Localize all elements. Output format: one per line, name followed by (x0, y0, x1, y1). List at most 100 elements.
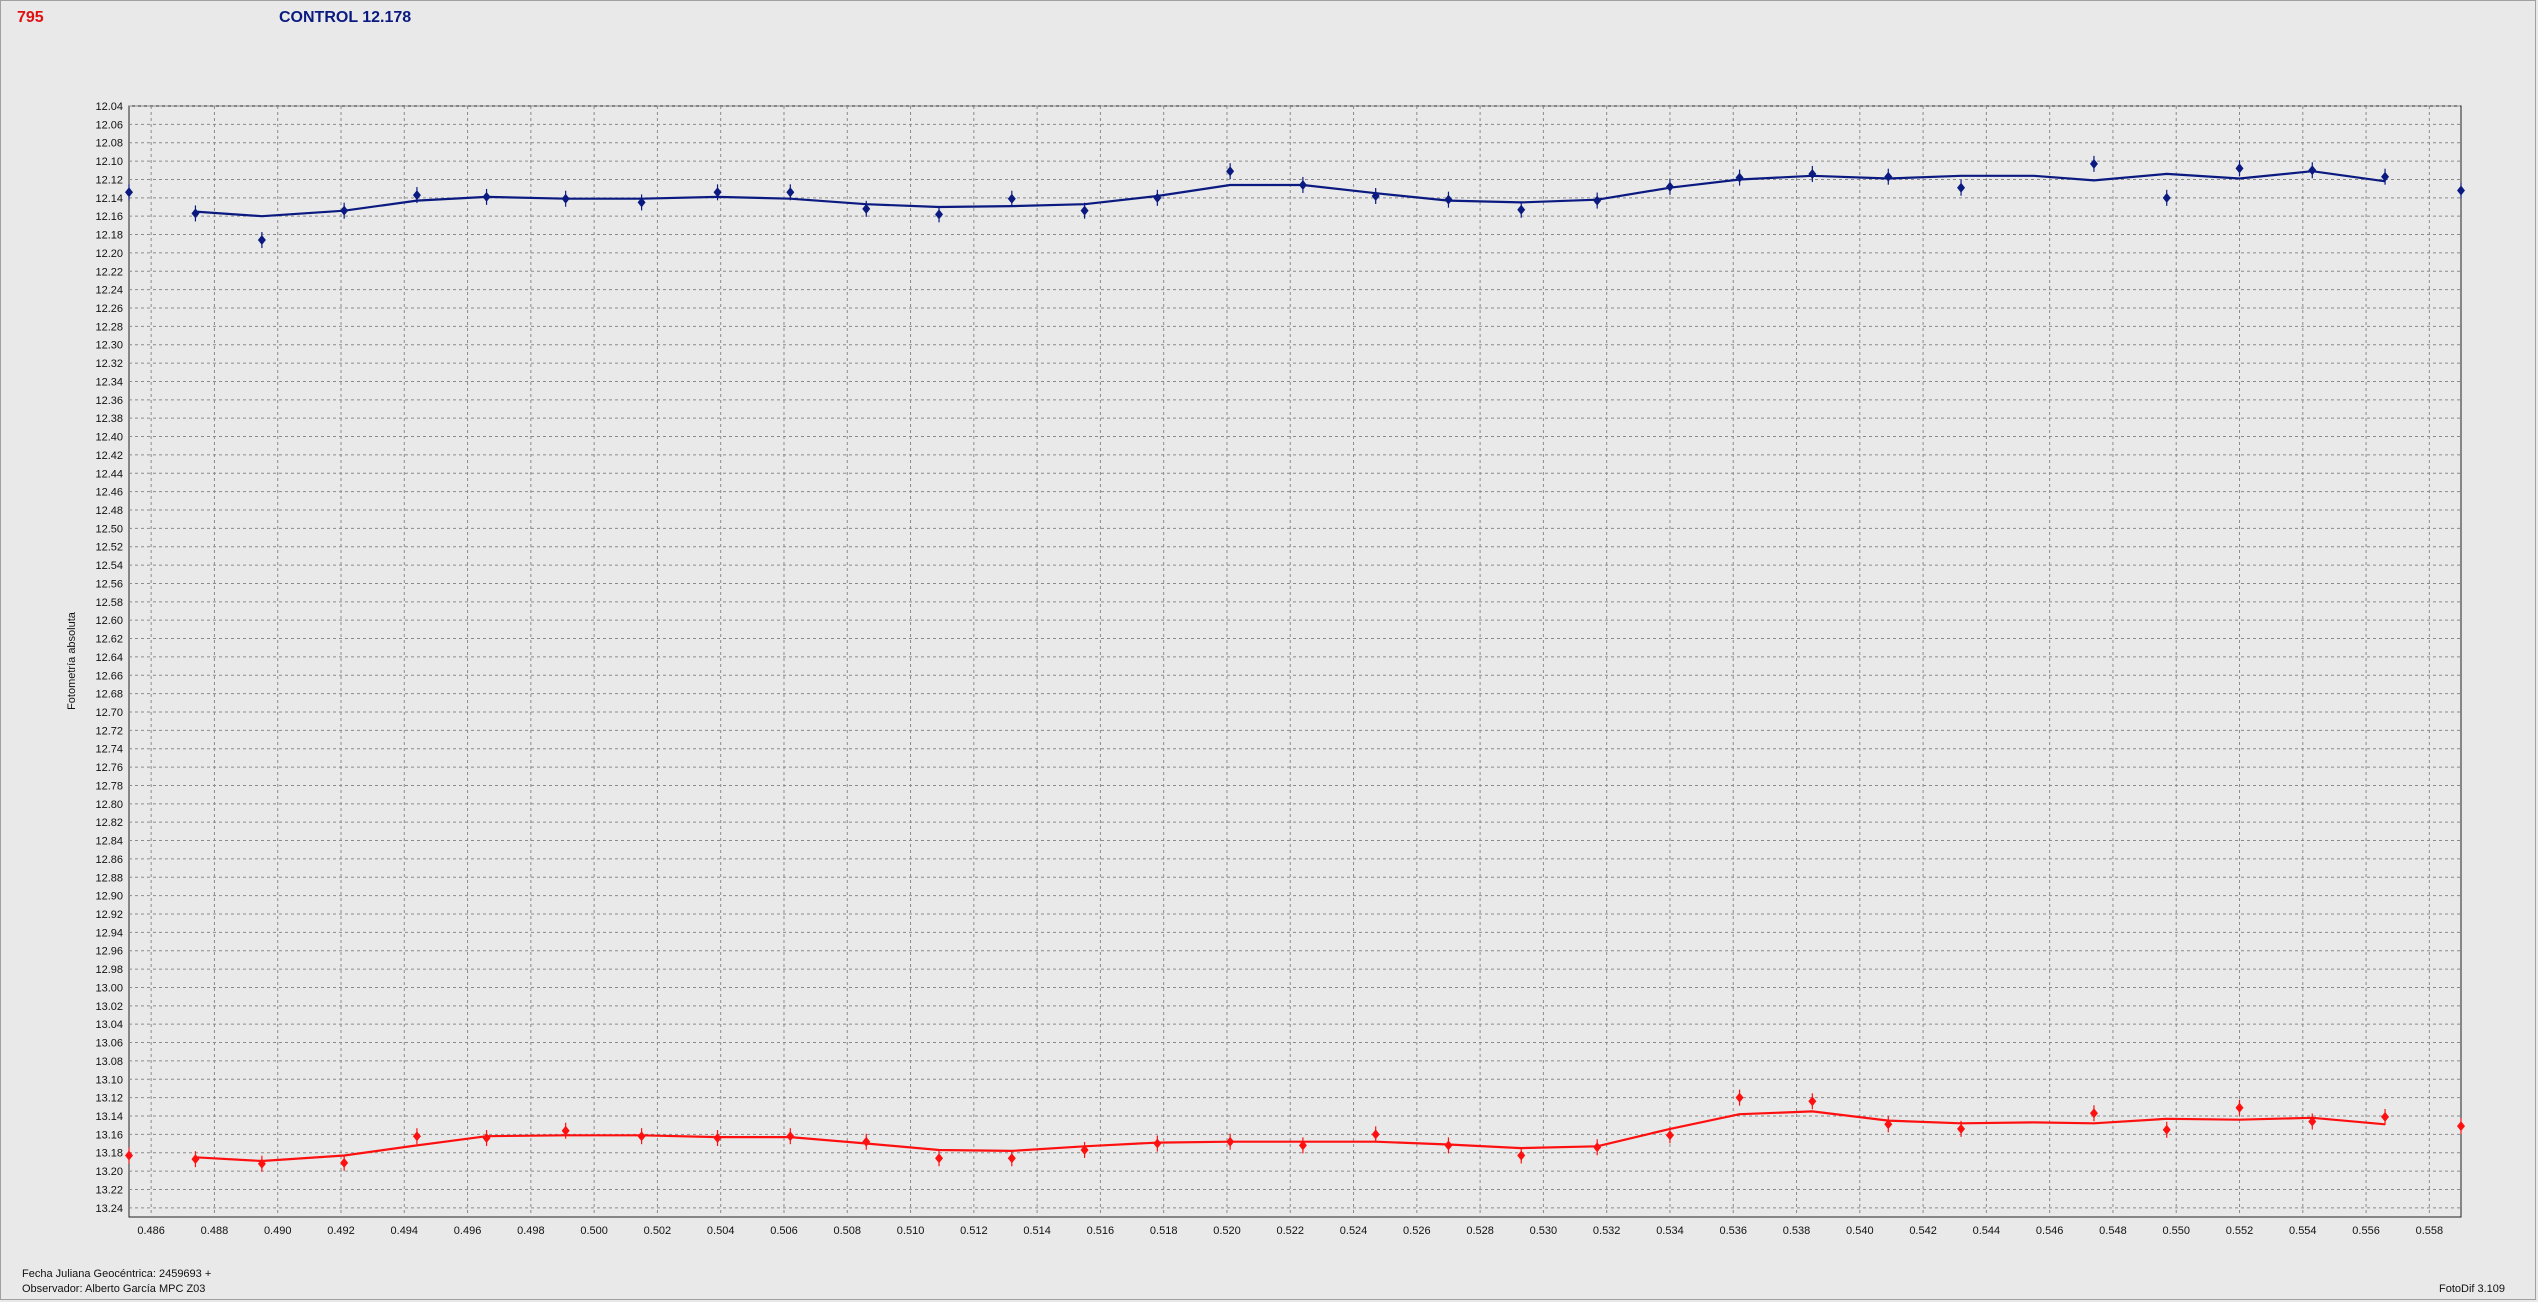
y-tick-label: 12.76 (95, 762, 123, 774)
y-tick-label: 12.32 (95, 358, 123, 370)
x-tick-label: 0.556 (2352, 1225, 2380, 1237)
x-tick-label: 0.530 (1530, 1225, 1558, 1237)
y-tick-label: 12.98 (95, 964, 123, 976)
x-tick-label: 0.558 (2416, 1225, 2444, 1237)
x-tick-label: 0.492 (327, 1225, 355, 1237)
y-tick-label: 12.34 (95, 376, 123, 388)
plot-area (128, 105, 2462, 1218)
x-tick-label: 0.522 (1276, 1225, 1304, 1237)
y-tick-label: 12.42 (95, 450, 123, 462)
x-tick-label: 0.512 (960, 1225, 988, 1237)
x-tick-label: 0.544 (1973, 1225, 2001, 1237)
y-tick-label: 12.74 (95, 744, 123, 756)
y-tick-label: 12.78 (95, 780, 123, 792)
y-tick-label: 12.10 (95, 156, 123, 168)
y-tick-label: 12.08 (95, 138, 123, 150)
x-tick-label: 0.510 (897, 1225, 925, 1237)
y-tick-label: 13.16 (95, 1129, 123, 1141)
y-tick-label: 12.56 (95, 578, 123, 590)
x-tick-label: 0.554 (2289, 1225, 2317, 1237)
x-tick-label: 0.540 (1846, 1225, 1874, 1237)
y-tick-label: 12.86 (95, 854, 123, 866)
y-tick-label: 12.04 (95, 101, 123, 113)
y-tick-label: 12.82 (95, 817, 123, 829)
y-tick-label: 12.66 (95, 670, 123, 682)
y-tick-label: 13.14 (95, 1111, 123, 1123)
y-tick-label: 13.00 (95, 982, 123, 994)
y-tick-label: 12.62 (95, 634, 123, 646)
y-tick-label: 12.30 (95, 340, 123, 352)
x-tick-label: 0.500 (580, 1225, 608, 1237)
y-tick-label: 12.18 (95, 230, 123, 242)
y-tick-label: 13.08 (95, 1056, 123, 1068)
y-tick-label: 12.94 (95, 927, 123, 939)
y-tick-label: 12.72 (95, 725, 123, 737)
y-tick-label: 12.60 (95, 615, 123, 627)
x-tick-label: 0.488 (201, 1225, 229, 1237)
y-tick-label: 12.48 (95, 505, 123, 517)
x-tick-label: 0.518 (1150, 1225, 1178, 1237)
y-tick-label: 12.38 (95, 413, 123, 425)
x-tick-label: 0.508 (834, 1225, 862, 1237)
y-tick-label: 13.24 (95, 1203, 123, 1215)
x-tick-label: 0.504 (707, 1225, 735, 1237)
y-tick-label: 12.44 (95, 468, 123, 480)
x-tick-label: 0.552 (2226, 1225, 2254, 1237)
y-axis-ticks: 12.04 12.06 12.08 12.10 12.12 12.14 12.16 12.18… (95, 101, 123, 1215)
y-axis-label: Fotometría absoluta (66, 611, 78, 710)
x-tick-label: 0.514 (1023, 1225, 1051, 1237)
x-tick-label: 0.524 (1340, 1225, 1368, 1237)
x-tick-label: 0.538 (1783, 1225, 1811, 1237)
y-tick-label: 12.50 (95, 523, 123, 535)
x-tick-label: 0.536 (1719, 1225, 1747, 1237)
x-tick-label: 0.496 (454, 1225, 482, 1237)
y-tick-label: 13.12 (95, 1093, 123, 1105)
y-tick-label: 12.16 (95, 211, 123, 223)
y-tick-label: 13.04 (95, 1019, 123, 1031)
y-tick-label: 13.20 (95, 1166, 123, 1178)
y-tick-label: 12.46 (95, 487, 123, 499)
y-tick-label: 12.64 (95, 652, 123, 664)
y-tick-label: 12.58 (95, 597, 123, 609)
y-tick-label: 12.84 (95, 836, 123, 848)
y-tick-label: 12.88 (95, 872, 123, 884)
x-tick-label: 0.528 (1466, 1225, 1494, 1237)
x-tick-label: 0.546 (2036, 1225, 2064, 1237)
y-tick-label: 12.52 (95, 542, 123, 554)
x-tick-label: 0.516 (1087, 1225, 1115, 1237)
light-curve-chart: 12.04 12.06 12.08 12.10 12.12 12.14 12.16 12.18… (66, 101, 2465, 1237)
x-tick-label: 0.502 (644, 1225, 672, 1237)
y-tick-label: 13.10 (95, 1074, 123, 1086)
x-tick-label: 0.548 (2099, 1225, 2127, 1237)
y-tick-label: 12.40 (95, 432, 123, 444)
y-tick-label: 12.20 (95, 248, 123, 260)
y-tick-label: 13.18 (95, 1148, 123, 1160)
y-tick-label: 12.68 (95, 689, 123, 701)
x-tick-label: 0.542 (1909, 1225, 1937, 1237)
y-tick-label: 12.26 (95, 303, 123, 315)
y-tick-label: 12.90 (95, 891, 123, 903)
x-tick-label: 0.550 (2162, 1225, 2190, 1237)
version-label: FotoDif 3.109 (2439, 1283, 2506, 1295)
x-tick-label: 0.486 (137, 1225, 165, 1237)
x-axis-ticks: 0.486 0.488 0.490 0.492 0.494 0.496 0.498 0.500… (137, 1225, 2443, 1237)
y-tick-label: 12.36 (95, 395, 123, 407)
y-tick-label: 12.24 (95, 285, 123, 297)
y-tick-label: 12.96 (95, 946, 123, 958)
x-tick-label: 0.506 (770, 1225, 798, 1237)
x-tick-label: 0.490 (264, 1225, 292, 1237)
y-tick-label: 13.22 (95, 1184, 123, 1196)
y-tick-label: 12.28 (95, 321, 123, 333)
y-tick-label: 12.54 (95, 560, 123, 572)
x-tick-label: 0.534 (1656, 1225, 1684, 1237)
julian-date-label: Fecha Juliana Geocéntrica: 2459693 + (22, 1268, 212, 1280)
y-tick-label: 12.80 (95, 799, 123, 811)
x-tick-label: 0.520 (1213, 1225, 1241, 1237)
x-tick-label: 0.494 (391, 1225, 419, 1237)
y-tick-label: 12.70 (95, 707, 123, 719)
y-tick-label: 12.92 (95, 909, 123, 921)
y-tick-label: 12.14 (95, 193, 123, 205)
y-tick-label: 12.12 (95, 174, 123, 186)
y-tick-label: 13.02 (95, 1001, 123, 1013)
x-tick-label: 0.526 (1403, 1225, 1431, 1237)
